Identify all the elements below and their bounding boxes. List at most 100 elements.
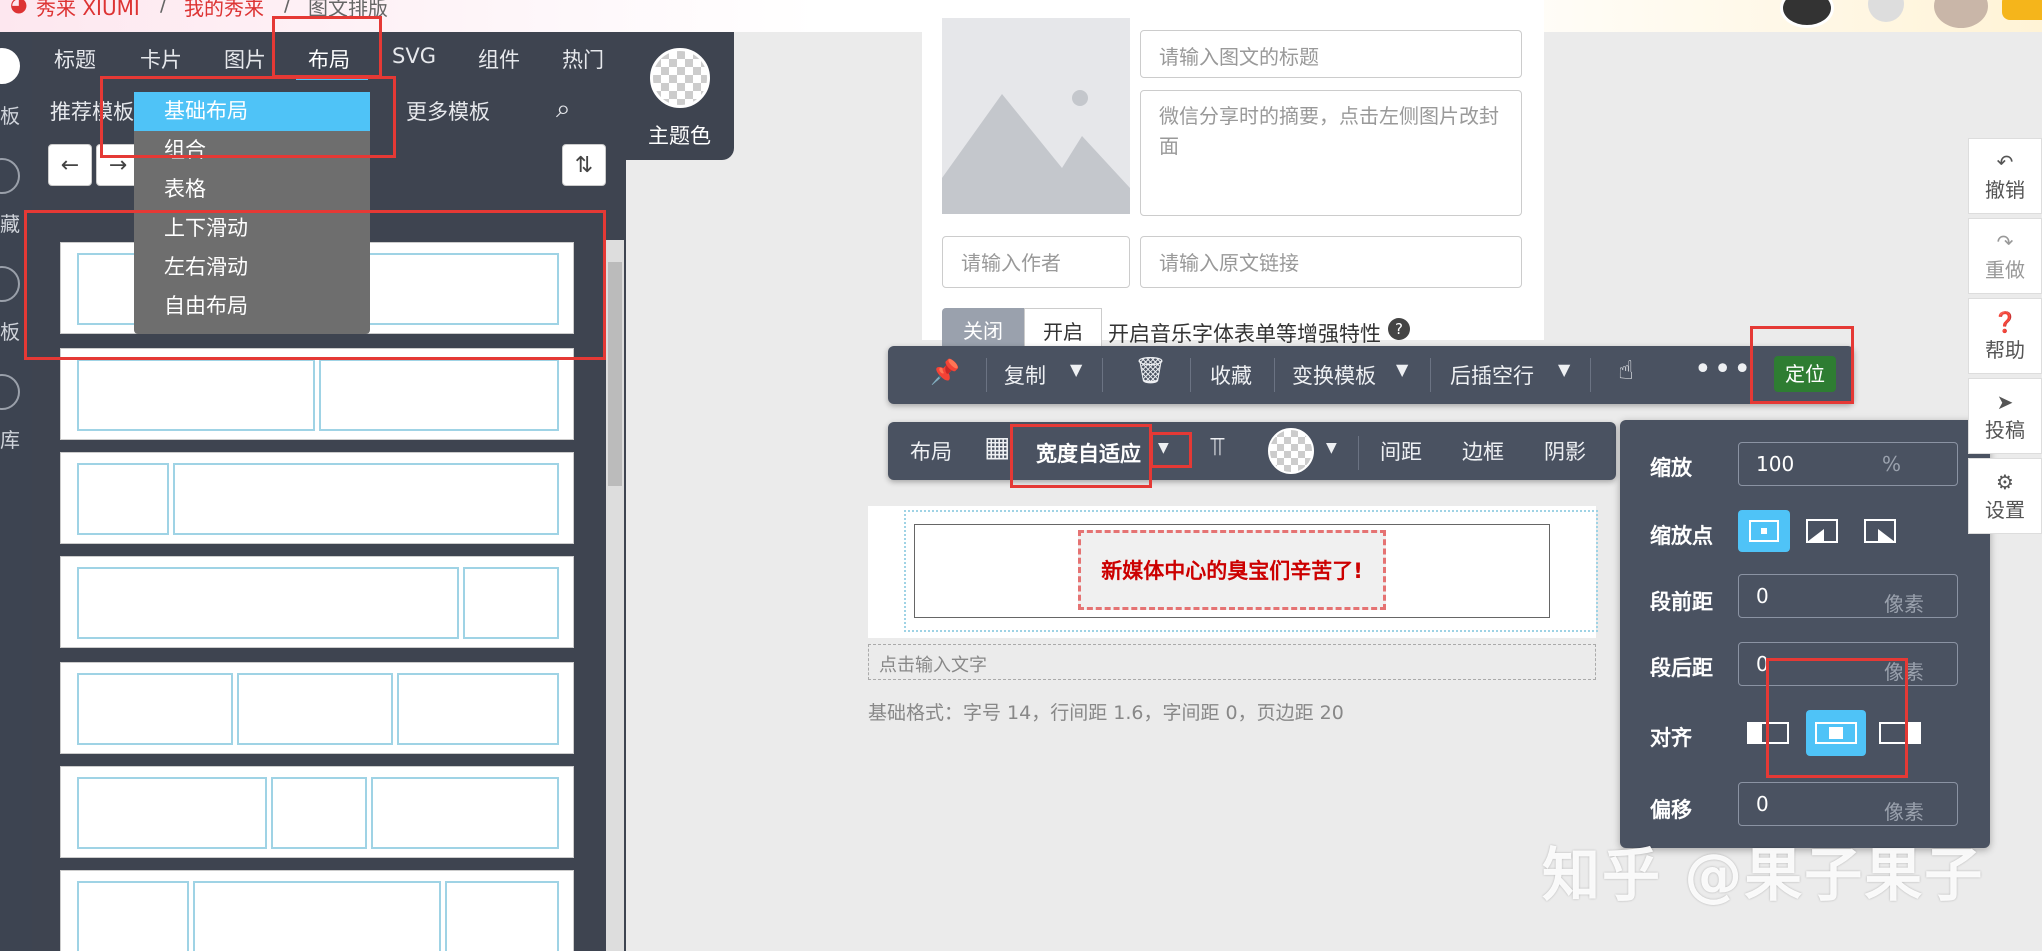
badge-avatar[interactable] (1780, 0, 1834, 28)
gear-icon: ⚙ (1996, 469, 2014, 494)
title-input[interactable]: 请输入图文的标题 (1140, 30, 1522, 78)
text-input-hint[interactable]: 点击输入文字 (868, 644, 1596, 680)
vip-badge (2002, 0, 2042, 20)
zoom-label: 缩放 (1650, 456, 1692, 480)
annotation-box-align (1766, 658, 1908, 778)
separator (1358, 436, 1359, 470)
help-icon: ❓ (1992, 309, 2018, 334)
tab-svg[interactable]: SVG (392, 44, 436, 68)
redo-icon: ↷ (1996, 229, 2014, 254)
before-spacing-value[interactable]: 0 (1756, 584, 1769, 608)
after-spacing-label: 段后距 (1650, 656, 1713, 680)
offset-input[interactable] (1738, 782, 1958, 826)
breadcrumb-sep: / (160, 0, 167, 16)
dropdown-table[interactable]: 表格 (134, 170, 370, 209)
tab-hot[interactable]: 热门 (562, 44, 604, 74)
before-spacing-label: 段前距 (1650, 590, 1713, 614)
search-icon[interactable]: ⌕ (556, 94, 571, 125)
layout-template[interactable] (60, 662, 574, 754)
undo-label: 撤销 (1985, 177, 2025, 202)
hand-pointer-icon[interactable]: ☝ (1618, 356, 1634, 386)
redo-button[interactable]: ↷ 重做 (1968, 218, 2042, 294)
switch-template-button[interactable]: 变换模板 (1292, 360, 1376, 390)
border-button[interactable]: 边框 (1462, 436, 1504, 466)
help-label: 帮助 (1985, 337, 2025, 362)
submit-label: 投稿 (1985, 417, 2025, 442)
theme-color-label[interactable]: 主题色 (648, 120, 711, 150)
scrollbar-thumb[interactable] (608, 262, 622, 486)
summary-input[interactable]: 微信分享时的摘要，点击左侧图片改封面 (1140, 90, 1522, 216)
chevron-down-icon[interactable]: ▼ (1070, 360, 1082, 379)
layout-template[interactable] (60, 766, 574, 858)
chevron-down-icon[interactable]: ▼ (1396, 360, 1408, 379)
chevron-down-icon[interactable]: ▼ (1326, 440, 1337, 456)
layout-template[interactable] (60, 348, 574, 440)
layout-template[interactable] (60, 556, 574, 648)
redo-label: 重做 (1985, 257, 2025, 282)
before-spacing-input[interactable] (1738, 574, 1958, 618)
submit-button[interactable]: ➤ 投稿 (1968, 378, 2042, 454)
zoom-unit: % (1882, 452, 1902, 476)
rail-item-library[interactable]: 库 (0, 424, 32, 453)
watermark: 知乎 @果子果子 (1542, 841, 1985, 909)
separator (1102, 358, 1103, 392)
annotation-box-tab (272, 16, 382, 78)
theme-color-swatch[interactable] (650, 48, 710, 108)
help-button[interactable]: ❓ 帮助 (1968, 298, 2042, 374)
enhance-label: 开启音乐字体表单等增强特性 (1108, 322, 1381, 346)
undo-icon: ↶ (1996, 149, 2014, 174)
preview-text-box[interactable]: 新媒体中心的臭宝们辛苦了! (1078, 530, 1386, 610)
color-swatch[interactable] (1268, 428, 1314, 474)
layout-template[interactable] (60, 452, 574, 544)
copy-button[interactable]: 复制 (1004, 360, 1046, 390)
more-icon[interactable]: ••• (1694, 352, 1753, 387)
separator (1190, 358, 1191, 392)
cover-image-placeholder[interactable] (942, 18, 1130, 214)
pin-icon[interactable]: 📌 (930, 358, 960, 386)
favorite-button[interactable]: 收藏 (1210, 360, 1252, 390)
settings-button[interactable]: ⚙ 设置 (1968, 458, 2042, 534)
zoom-corner-right-icon[interactable] (1854, 510, 1906, 552)
help-circle-icon[interactable]: ? (1388, 318, 1410, 340)
zoom-corner-left-icon[interactable] (1796, 510, 1848, 552)
preview-text[interactable]: 新媒体中心的臭宝们辛苦了! (1101, 555, 1363, 585)
shadow-button[interactable]: 阴影 (1544, 436, 1586, 466)
undo-button[interactable]: ↶ 撤销 (1968, 138, 2042, 214)
tab-image[interactable]: 图片 (224, 44, 266, 74)
align-top-icon[interactable]: ⫪ (1210, 432, 1225, 463)
align-label: 对齐 (1650, 726, 1692, 750)
grid-icon[interactable]: ▦ (984, 430, 1010, 463)
zoom-center-icon[interactable] (1738, 510, 1790, 552)
spacing-button[interactable]: 间距 (1380, 436, 1422, 466)
breadcrumb-home[interactable]: 秀来 XIUMI (36, 0, 140, 21)
offset-label: 偏移 (1650, 798, 1692, 822)
offset-value[interactable]: 0 (1756, 792, 1769, 816)
layout-template[interactable] (60, 870, 574, 951)
source-link-input[interactable]: 请输入原文链接 (1140, 236, 1522, 288)
send-icon: ➤ (1996, 389, 2014, 414)
tab-component[interactable]: 组件 (478, 44, 520, 74)
user-avatar[interactable] (1934, 0, 1988, 28)
separator (986, 358, 987, 392)
annotation-box-template (24, 210, 606, 360)
layout-label[interactable]: 布局 (910, 436, 952, 466)
breadcrumb-my-xiumi[interactable]: 我的秀来 (184, 0, 264, 21)
zoom-point-label: 缩放点 (1650, 524, 1713, 548)
settings-label: 设置 (1985, 497, 2025, 522)
trash-icon[interactable]: 🗑 (1134, 356, 1167, 386)
rail-item-templates[interactable]: 板 (0, 100, 32, 129)
sort-icon[interactable]: ⇅ (562, 144, 606, 186)
bell-icon[interactable] (1868, 0, 1904, 22)
more-templates[interactable]: 更多模板 (406, 96, 490, 126)
logo-icon[interactable]: ◕ (10, 0, 27, 16)
px-unit: 像素 (1884, 592, 1924, 616)
prev-arrow-icon[interactable]: ← (48, 144, 92, 186)
author-input[interactable]: 请输入作者 (942, 236, 1130, 288)
insert-blank-after-button[interactable]: 后插空行 (1450, 360, 1534, 390)
tab-card[interactable]: 卡片 (140, 44, 182, 74)
chevron-down-icon[interactable]: ▼ (1558, 360, 1570, 379)
zoom-value[interactable]: 100 (1756, 452, 1794, 476)
separator (1430, 358, 1431, 392)
tab-title[interactable]: 标题 (54, 44, 96, 74)
base-format-info: 基础格式：字号 14，行间距 1.6，字间距 0，页边距 20 (868, 702, 1344, 724)
